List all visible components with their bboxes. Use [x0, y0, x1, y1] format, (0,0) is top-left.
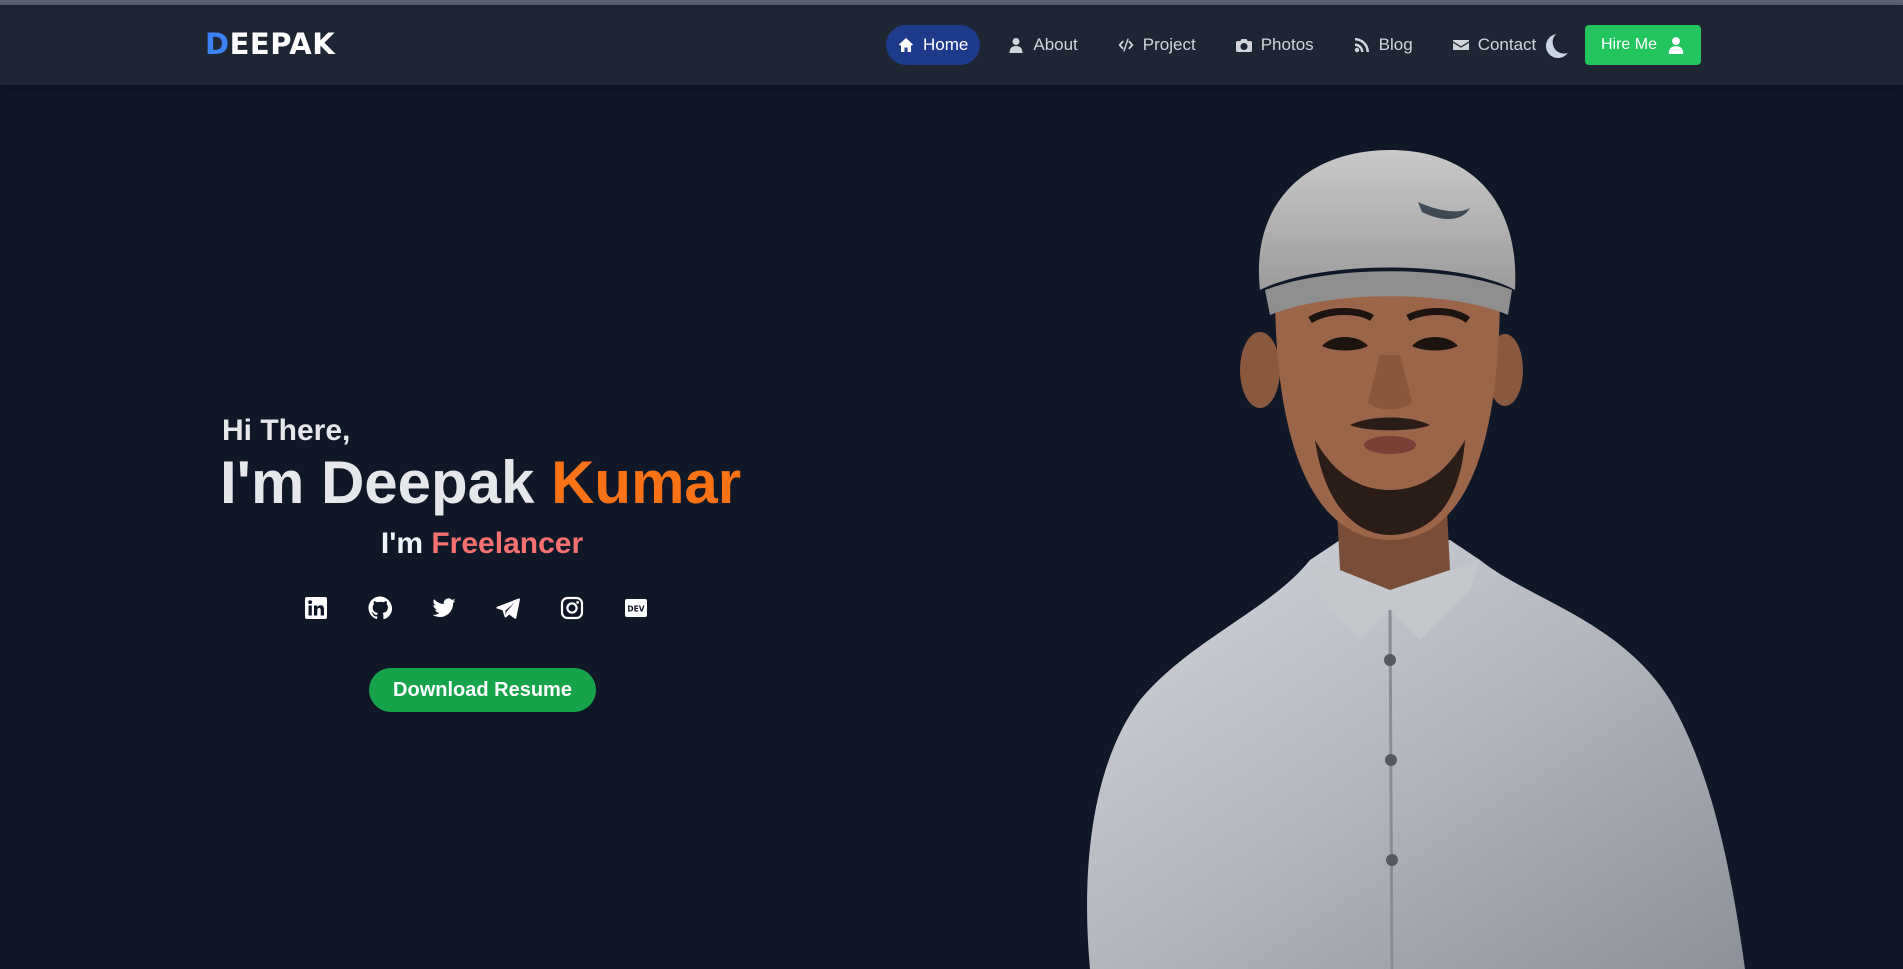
- twitter-link[interactable]: [432, 596, 456, 620]
- nav-label: Photos: [1260, 35, 1314, 54]
- nav-label: About: [1033, 35, 1078, 54]
- nav-item-about[interactable]: About: [996, 25, 1089, 65]
- hero-name-last: Kumar: [551, 449, 742, 516]
- camera-icon: [1235, 39, 1252, 52]
- twitter-icon: [432, 598, 456, 617]
- user-icon: [1009, 38, 1023, 53]
- navbar: DEEPAK Home About Project Photos Blog Co…: [0, 5, 1903, 85]
- svg-text:DEV: DEV: [627, 604, 644, 613]
- logo-first-letter: D: [205, 27, 230, 61]
- hero-role-prefix: I'm: [380, 527, 432, 560]
- profile-photo: [1087, 150, 1745, 969]
- nav-label: Project: [1142, 35, 1196, 54]
- instagram-icon: [560, 596, 584, 620]
- nav-item-photos[interactable]: Photos: [1224, 25, 1326, 65]
- instagram-link[interactable]: [560, 596, 584, 620]
- hero-name: I'm Deepak Kumar: [220, 448, 741, 517]
- nav-label: Blog: [1378, 35, 1413, 54]
- code-icon: [1118, 38, 1134, 52]
- home-icon: [899, 38, 913, 52]
- linkedin-icon: [305, 597, 327, 619]
- dev-icon: DEV: [625, 599, 647, 617]
- download-resume-button[interactable]: Download Resume: [369, 668, 596, 712]
- nav-label: Home: [923, 35, 969, 54]
- hero-greeting: Hi There,: [222, 414, 351, 447]
- hire-me-label: Hire Me: [1600, 36, 1657, 53]
- github-link[interactable]: [368, 596, 392, 620]
- hero-name-first: I'm Deepak: [220, 449, 552, 516]
- envelope-icon: [1452, 40, 1469, 50]
- user-icon: [1668, 37, 1684, 54]
- telegram-icon: [496, 598, 520, 619]
- logo[interactable]: DEEPAK: [205, 27, 335, 61]
- linkedin-link[interactable]: [304, 596, 328, 620]
- telegram-link[interactable]: [496, 596, 520, 620]
- social-links: DEV: [304, 596, 688, 620]
- dev-link[interactable]: DEV: [624, 596, 648, 620]
- moon-icon: [1546, 34, 1568, 58]
- github-icon: [368, 596, 392, 620]
- nav-label: Contact: [1477, 35, 1537, 54]
- nav-item-contact[interactable]: Contact: [1441, 25, 1549, 65]
- hire-me-button[interactable]: Hire Me: [1585, 25, 1701, 65]
- nav-item-project[interactable]: Project: [1106, 25, 1208, 65]
- hero-role: I'm Freelancer: [222, 527, 742, 561]
- nav-item-blog[interactable]: Blog: [1342, 25, 1425, 65]
- logo-rest: EEPAK: [229, 27, 336, 61]
- hero-role-word: Freelancer: [431, 527, 584, 560]
- rss-icon: [1354, 38, 1369, 53]
- nav-item-home[interactable]: Home: [886, 25, 981, 65]
- theme-toggle[interactable]: [1543, 32, 1571, 60]
- main-nav: Home About Project Photos Blog Contact: [886, 25, 1564, 65]
